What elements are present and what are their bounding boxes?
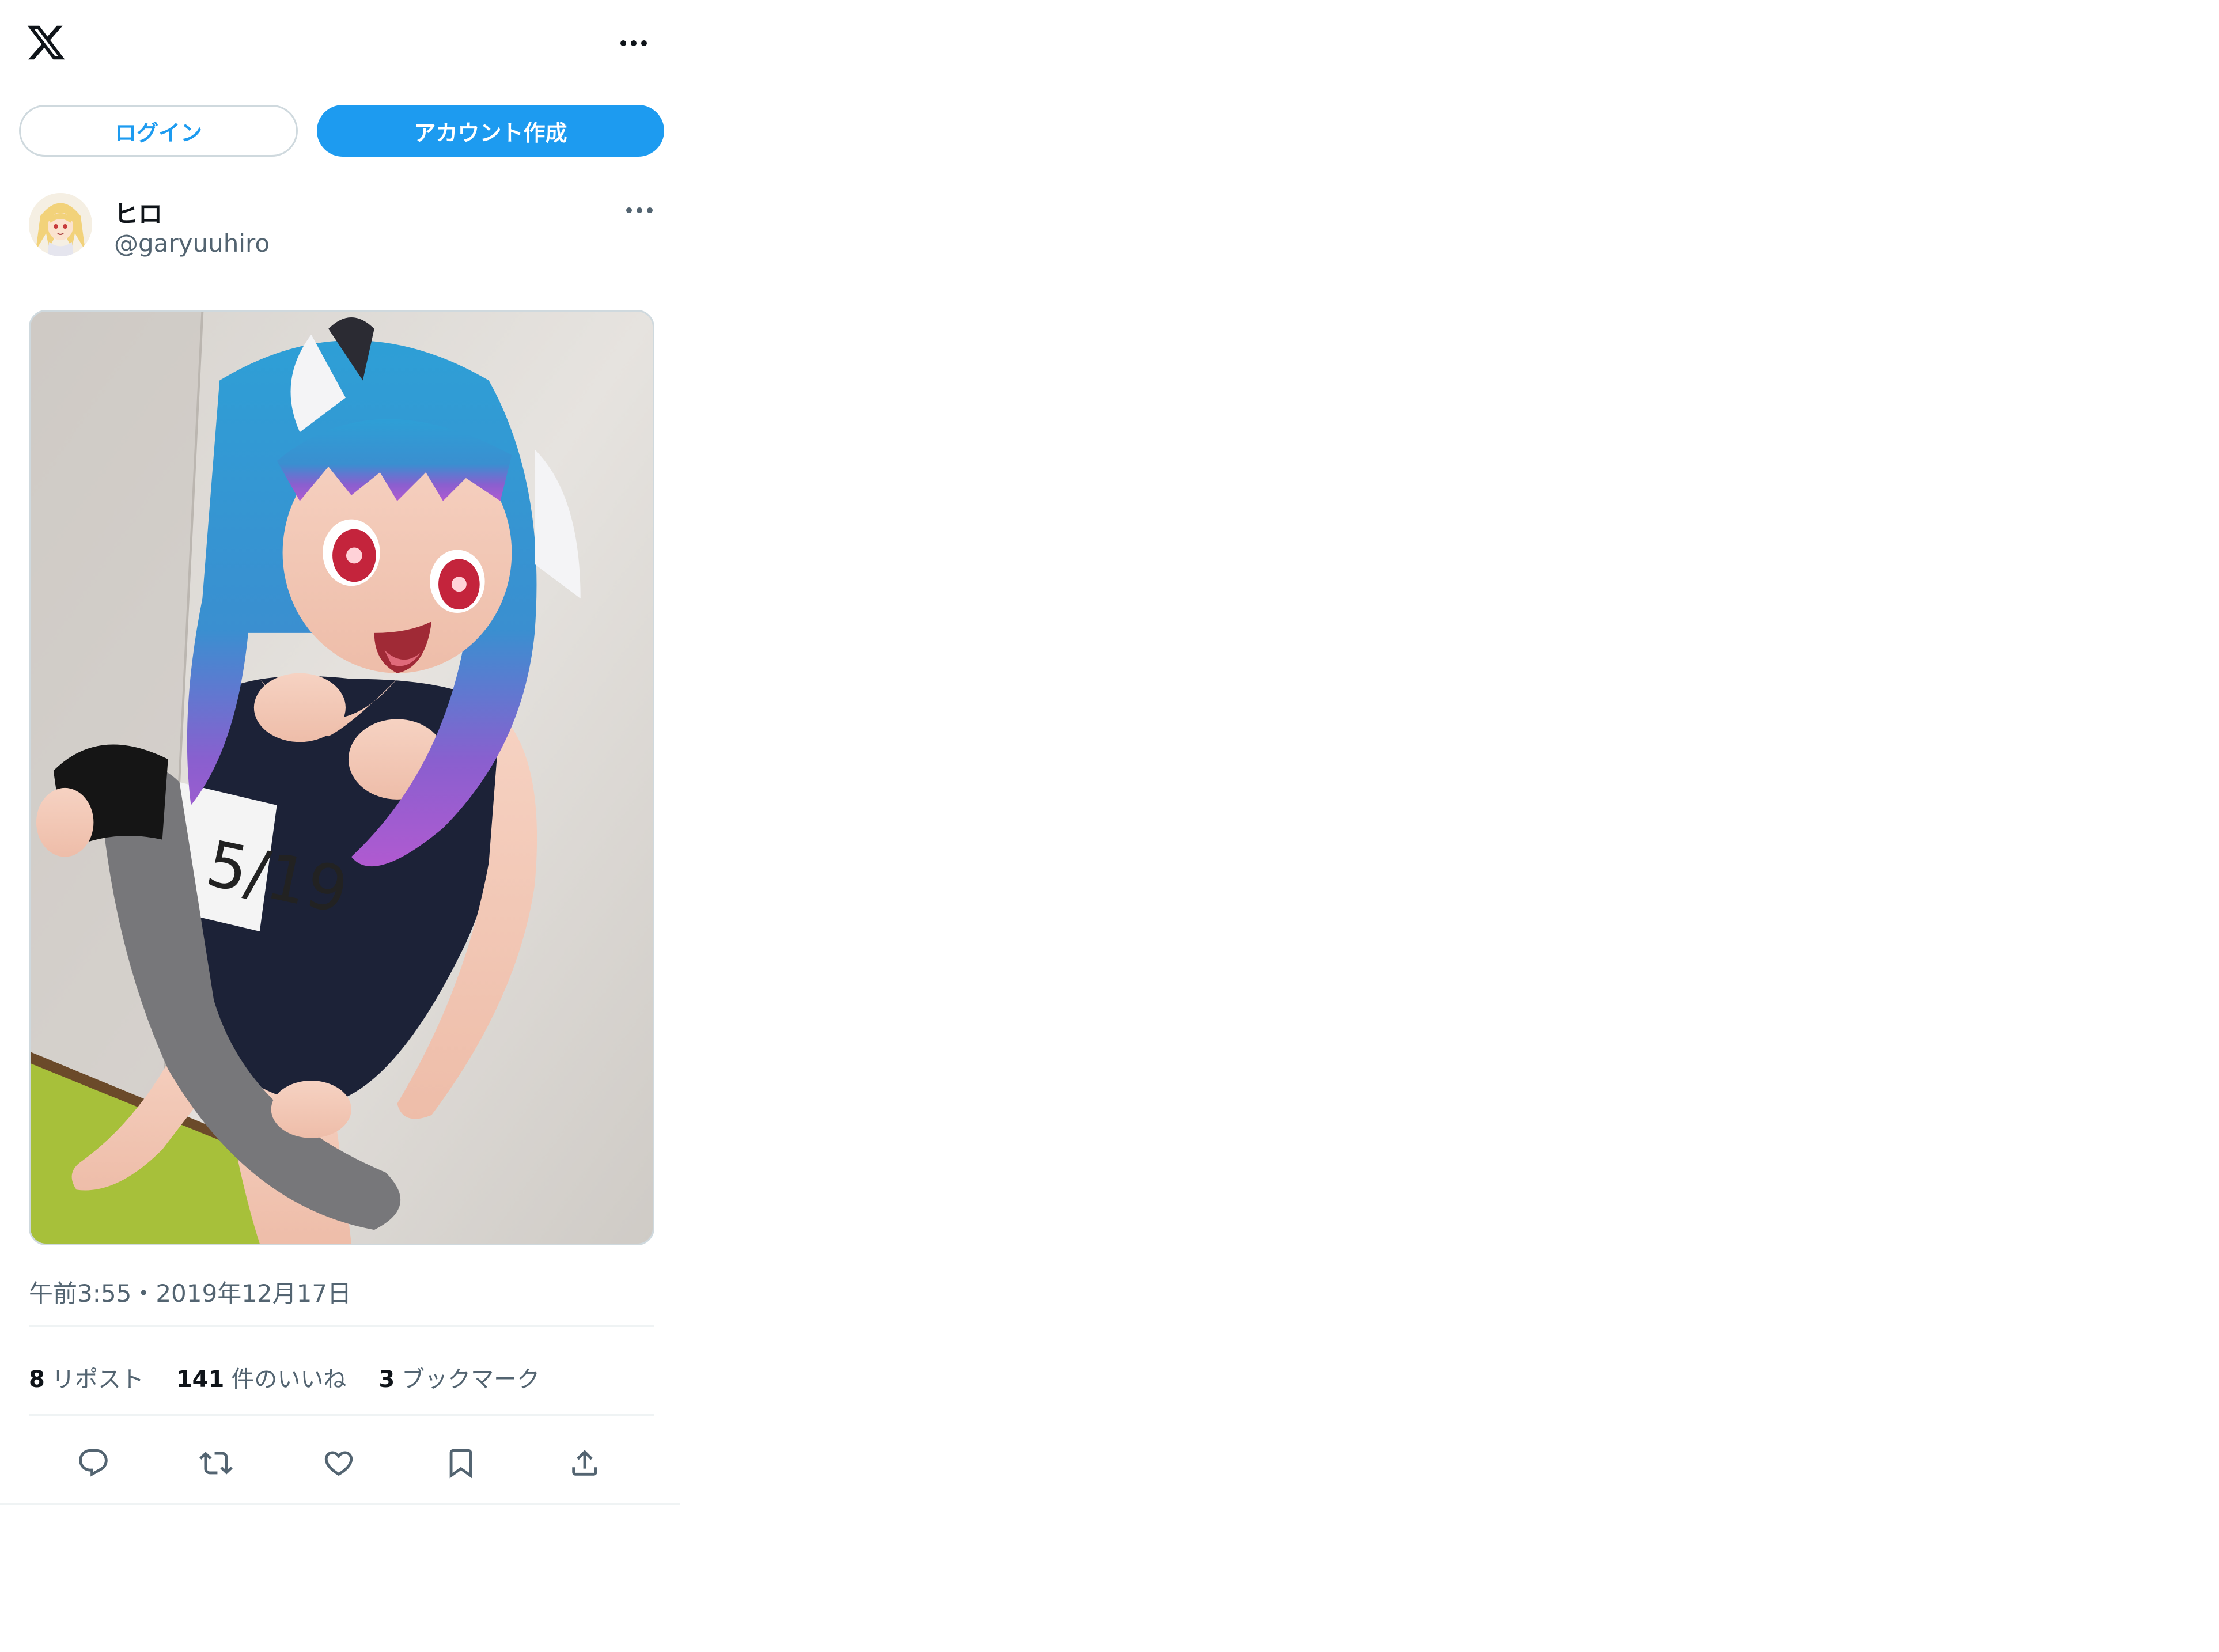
likes-count: 141	[176, 1366, 225, 1393]
bookmark-icon[interactable]	[438, 1440, 484, 1486]
display-name[interactable]: ヒロ	[114, 195, 162, 230]
more-icon[interactable]	[611, 29, 657, 58]
avatar[interactable]	[29, 193, 92, 256]
reply-icon[interactable]	[70, 1440, 116, 1486]
reposts-stat[interactable]: 8 リポスト	[29, 1361, 144, 1394]
user-handle[interactable]: @garyuuhiro	[114, 229, 270, 257]
tweet-photo[interactable]: 5/19	[29, 310, 654, 1245]
tweet-actions	[29, 1440, 654, 1486]
login-button[interactable]: ログイン	[19, 105, 298, 157]
reposts-label: リポスト	[51, 1366, 144, 1393]
tweet-page: ログイン アカウント作成 ヒロ @garyuuhiro 5/19 午前3:55・…	[0, 0, 680, 1505]
tweet-timestamp[interactable]: 午前3:55・2019年12月17日	[29, 1274, 351, 1309]
bookmarks-count: 3	[378, 1366, 395, 1393]
bookmarks-label: ブックマーク	[402, 1366, 540, 1393]
bookmarks-stat[interactable]: 3 ブックマーク	[378, 1361, 540, 1394]
tweet-stats: 8 リポスト 141 件のいいね 3 ブックマーク	[29, 1361, 540, 1394]
repost-icon[interactable]	[193, 1440, 239, 1486]
share-icon[interactable]	[562, 1440, 608, 1486]
divider	[29, 1325, 654, 1327]
x-logo-icon[interactable]	[25, 22, 67, 63]
like-icon[interactable]	[316, 1440, 362, 1486]
reposts-count: 8	[29, 1366, 45, 1393]
likes-label: 件のいいね	[231, 1366, 347, 1393]
create-account-button[interactable]: アカウント作成	[317, 105, 664, 157]
likes-stat[interactable]: 141 件のいいね	[176, 1361, 347, 1394]
tweet-more-icon[interactable]	[616, 199, 662, 222]
divider	[29, 1414, 654, 1416]
